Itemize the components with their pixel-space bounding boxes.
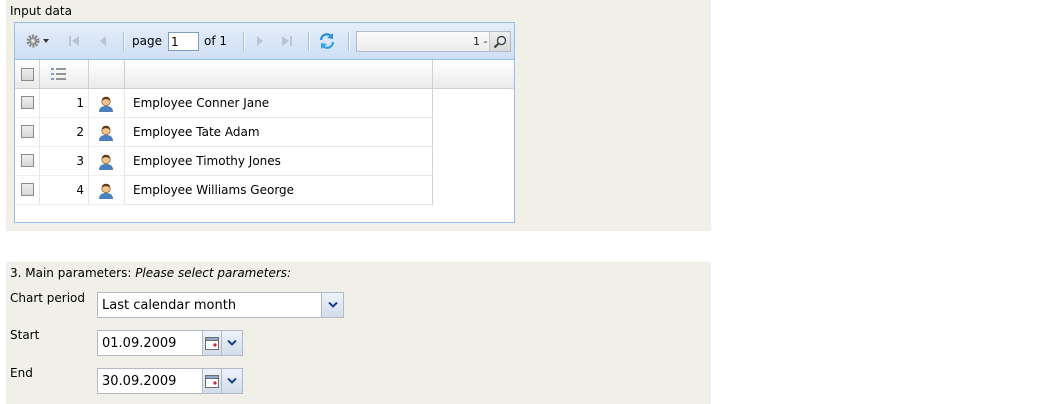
grid-header [15, 60, 514, 89]
next-page-icon [257, 36, 263, 46]
chart-period-select[interactable]: Last calendar month [97, 292, 344, 318]
grid-search-field[interactable]: 1 - 4 [356, 31, 511, 52]
grid-toolbar: page of 1 [15, 23, 514, 60]
employee-icon [99, 183, 113, 199]
row-checkbox[interactable] [21, 125, 34, 138]
refresh-icon [319, 33, 335, 49]
row-icon-cell [89, 89, 125, 118]
main-parameters-hint: Please select parameters: [135, 266, 292, 280]
gear-icon [26, 34, 49, 48]
chevron-down-icon [227, 378, 237, 384]
next-page-button[interactable] [251, 32, 269, 50]
calendar-icon [205, 374, 219, 388]
row-select-cell [15, 176, 40, 205]
row-icon-cell [89, 176, 125, 205]
employee-name[interactable]: Employee Williams George [125, 176, 433, 205]
end-label: End [10, 366, 33, 380]
input-data-title: Input data [10, 4, 72, 18]
first-page-button[interactable] [65, 32, 83, 50]
input-data-panel: Input data page 1 of 1 1 - 4 1 Employee … [6, 0, 711, 231]
search-icon [493, 35, 507, 48]
select-all-column [15, 60, 40, 88]
start-date-input[interactable]: 01.09.2009 [97, 330, 203, 356]
toolbar-separator [243, 32, 245, 51]
page-label: page [132, 34, 162, 48]
row-number: 4 [40, 176, 89, 205]
main-parameters-title: 3. Main parameters: Please select parame… [10, 266, 291, 280]
start-date-picker-button[interactable] [203, 330, 222, 356]
row-checkbox[interactable] [21, 183, 34, 196]
row-icon-cell [89, 118, 125, 147]
end-date-input[interactable]: 30.09.2009 [97, 368, 203, 394]
table-row[interactable]: 4 Employee Williams George [15, 176, 514, 205]
main-parameters-title-prefix: 3. Main parameters: [10, 266, 136, 280]
row-select-cell [15, 89, 40, 118]
end-date-value: 30.09.2009 [102, 374, 177, 389]
row-number-column[interactable] [40, 60, 89, 88]
end-date-dropdown-button[interactable] [222, 368, 243, 394]
icon-column[interactable] [89, 60, 125, 88]
settings-menu-button[interactable] [23, 32, 53, 50]
toolbar-separator [308, 32, 310, 51]
start-date-dropdown-button[interactable] [222, 330, 243, 356]
row-select-cell [15, 118, 40, 147]
chevron-down-icon [327, 302, 338, 308]
employee-name[interactable]: Employee Tate Adam [125, 118, 433, 147]
table-row[interactable]: 2 Employee Tate Adam [15, 118, 514, 147]
table-row[interactable]: 1 Employee Conner Jane [15, 89, 514, 118]
search-button[interactable] [489, 32, 510, 51]
chart-period-dropdown-button[interactable] [321, 293, 343, 317]
calendar-icon [205, 336, 219, 350]
page-count-label: of 1 [204, 34, 228, 48]
row-number: 2 [40, 118, 89, 147]
prev-page-button[interactable] [94, 32, 112, 50]
employee-icon [99, 96, 113, 112]
row-number: 1 [40, 89, 89, 118]
row-checkbox[interactable] [21, 154, 34, 167]
numbered-list-icon [51, 68, 66, 80]
employee-icon [99, 125, 113, 141]
table-row[interactable]: 3 Employee Timothy Jones [15, 147, 514, 176]
employee-name[interactable]: Employee Conner Jane [125, 89, 433, 118]
row-checkbox[interactable] [21, 96, 34, 109]
first-page-icon [69, 36, 79, 46]
chevron-down-icon [227, 340, 237, 346]
chart-period-label: Chart period [10, 291, 86, 305]
last-page-button[interactable] [278, 32, 296, 50]
chart-period-value: Last calendar month [102, 298, 237, 313]
page-number-input[interactable] [168, 32, 199, 51]
employee-name[interactable]: Employee Timothy Jones [125, 147, 433, 176]
end-date-picker-button[interactable] [203, 368, 222, 394]
employee-icon [99, 154, 113, 170]
select-all-checkbox[interactable] [21, 68, 34, 81]
start-label: Start [10, 328, 40, 342]
toolbar-separator [123, 32, 125, 51]
toolbar-separator [348, 32, 350, 51]
main-parameters-panel: 3. Main parameters: Please select parame… [6, 262, 711, 404]
row-icon-cell [89, 147, 125, 176]
start-date-value: 01.09.2009 [102, 336, 177, 351]
employee-grid: page of 1 [14, 22, 515, 223]
row-select-cell [15, 147, 40, 176]
last-page-icon [282, 36, 292, 46]
prev-page-icon [100, 36, 106, 46]
row-number: 3 [40, 147, 89, 176]
refresh-button[interactable] [317, 32, 337, 50]
name-column[interactable] [125, 60, 433, 88]
